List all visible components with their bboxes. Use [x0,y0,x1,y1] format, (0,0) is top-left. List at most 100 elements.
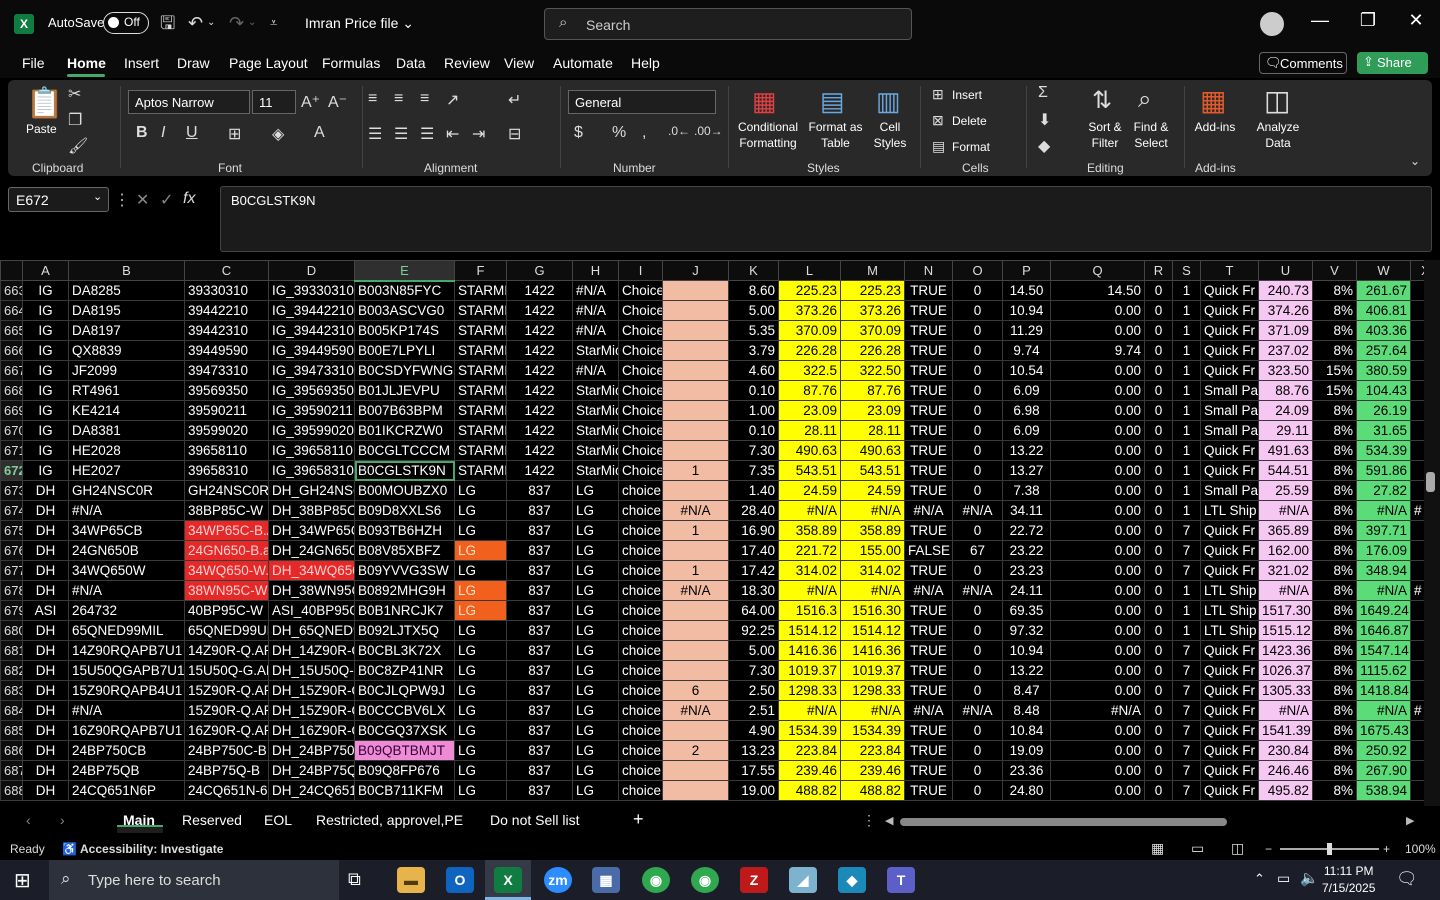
cell[interactable]: 0 [1144,680,1173,701]
cell[interactable] [662,780,729,801]
cell[interactable]: 1 [1172,300,1201,321]
cell[interactable]: 18.30 [728,580,779,601]
cell[interactable]: B00E7LPYLI [354,340,455,361]
cell[interactable]: 39599020 [184,420,269,441]
cell[interactable]: StarMic [572,400,619,421]
avatar[interactable] [1260,12,1284,36]
cell[interactable]: 223.84 [840,740,905,761]
save-icon[interactable]: 🖫 [160,12,175,34]
cell[interactable]: 5.00 [728,640,779,661]
autosum-icon[interactable]: Σ [1038,84,1048,102]
select-all-corner[interactable] [0,260,23,281]
cell[interactable]: DH_34WQ650 [268,560,355,581]
italic-icon[interactable]: I [161,124,165,142]
cell[interactable]: TRUE [904,680,953,701]
cell[interactable]: choice [618,660,663,681]
cell[interactable]: 225.23 [778,280,841,301]
cell[interactable]: B09Q8FP676 [354,760,455,781]
cell[interactable]: 1115.62 [1356,660,1411,681]
cell[interactable]: DH [22,620,69,641]
cell[interactable]: 1547.14 [1356,640,1411,661]
cell[interactable]: 31.65 [1356,420,1411,441]
cell[interactable] [662,540,729,561]
row-header[interactable]: 669 [0,400,23,421]
cell[interactable]: 837 [506,540,573,561]
cell[interactable]: 0 [1144,520,1173,541]
cell[interactable]: Small Pa [1200,420,1259,441]
cell[interactable]: 19.09 [1002,740,1051,761]
cell[interactable]: #N/A [572,320,619,341]
cell[interactable]: 6.09 [1002,380,1051,401]
cell[interactable]: 13.23 [728,740,779,761]
row-header[interactable]: 680 [0,620,23,641]
cell[interactable]: 1422 [506,380,573,401]
cell[interactable]: choice [618,500,663,521]
analyze-data-button[interactable]: Analyze Data [1254,119,1302,151]
cell[interactable]: IG_39473310 [268,360,355,381]
cell[interactable] [1410,460,1424,481]
row-header[interactable]: 685 [0,720,23,741]
cell[interactable]: Quick Fr [1200,740,1259,761]
cell[interactable] [1410,780,1424,801]
cell[interactable]: LG [572,480,619,501]
copy-icon[interactable]: ❐ [68,110,82,130]
cell[interactable]: #N/A [572,300,619,321]
row-header[interactable]: 664 [0,300,23,321]
row-header[interactable]: 687 [0,760,23,781]
cell[interactable]: LG [454,520,507,541]
zoom-out-icon[interactable]: − [1265,842,1272,856]
row-header[interactable]: 683 [0,680,23,701]
cell[interactable]: 39658110 [184,440,269,461]
cell[interactable]: 1534.39 [840,720,905,741]
cell[interactable]: 24BP750CB [68,740,185,761]
cell[interactable]: #N/A [778,500,841,521]
cell[interactable]: Small Pa [1200,400,1259,421]
cell[interactable]: 1019.37 [840,660,905,681]
percent-icon[interactable]: % [612,124,626,142]
menu-home[interactable]: Home [67,55,106,71]
cell[interactable]: 0 [1144,620,1173,641]
cell[interactable]: 7 [1172,640,1201,661]
increase-indent-icon[interactable]: ⇥ [472,124,485,144]
cell[interactable]: 0.00 [1050,320,1145,341]
cell[interactable]: choice [618,580,663,601]
cell[interactable]: 0 [1144,700,1173,721]
cell[interactable]: choice [618,780,663,801]
calculator-icon[interactable]: ▦ [592,867,620,893]
menu-draw[interactable]: Draw [177,55,210,71]
cell[interactable]: LG [572,760,619,781]
cell[interactable]: 0 [1144,580,1173,601]
cell[interactable]: #N/A [68,580,185,601]
cell[interactable]: 0 [1144,440,1173,461]
cell[interactable]: Small Pa [1200,380,1259,401]
cell[interactable] [662,760,729,781]
cell[interactable]: 1 [1172,400,1201,421]
cell[interactable]: 8% [1312,720,1357,741]
cell[interactable]: 14Z90RQAPB7U1 [68,640,185,661]
chrome-icon[interactable]: ◉ [642,867,670,893]
cell[interactable]: 371.09 [1258,320,1313,341]
cell[interactable]: 1 [1172,480,1201,501]
cell[interactable]: 10.54 [1002,360,1051,381]
cell[interactable]: DH [22,660,69,681]
cell[interactable]: 0.10 [728,380,779,401]
cell[interactable]: B003N85FYC [354,280,455,301]
cell[interactable]: LG [454,760,507,781]
cell[interactable]: 8% [1312,500,1357,521]
cell[interactable]: 0.10 [728,420,779,441]
cell[interactable]: 39449590 [184,340,269,361]
cell[interactable]: 0 [952,300,1003,321]
zoom-slider-thumb[interactable] [1327,843,1332,855]
cell[interactable]: 13.27 [1002,460,1051,481]
network-icon[interactable]: ▭ [1277,870,1290,887]
cell[interactable]: 0 [952,640,1003,661]
cell[interactable]: StarMic [572,440,619,461]
format-cells-button[interactable]: Format [952,139,990,155]
cell[interactable]: 1026.37 [1258,660,1313,681]
cell[interactable]: 34WQ650-W.A [184,560,269,581]
sort-filter-button[interactable]: Sort & Filter [1084,119,1126,151]
cell[interactable]: 15U50Q-G.AP [184,660,269,681]
cell[interactable]: 104.43 [1356,380,1411,401]
align-bottom-icon[interactable]: ≡ [420,90,429,108]
cell[interactable]: DH_38WN95C [268,580,355,601]
